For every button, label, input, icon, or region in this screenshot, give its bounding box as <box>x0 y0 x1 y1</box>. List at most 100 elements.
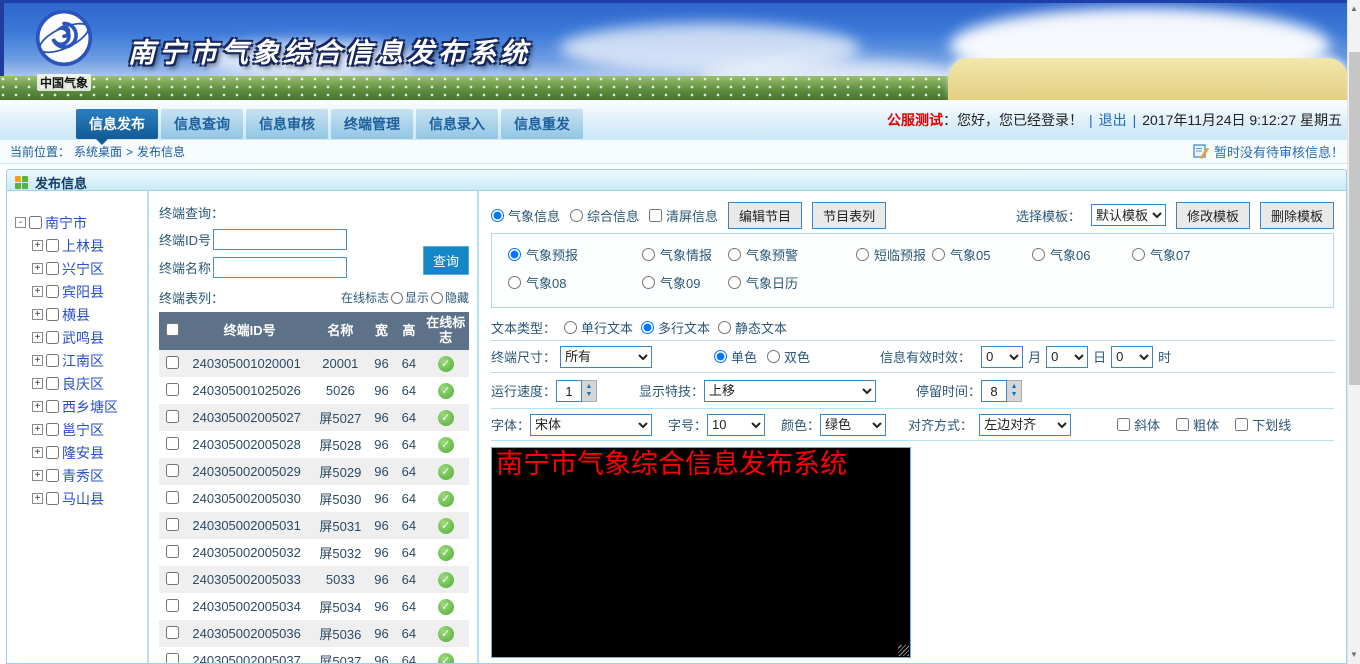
weather-info-radio[interactable] <box>491 209 504 222</box>
tree-checkbox[interactable] <box>46 308 59 321</box>
tree-item[interactable]: +横县 <box>32 303 145 326</box>
clear-screen-option[interactable]: 清屏信息 <box>649 206 718 225</box>
tree-item[interactable]: +良庆区 <box>32 372 145 395</box>
validity-select[interactable]: 0 <box>1046 346 1088 368</box>
tree-item[interactable]: +上林县 <box>32 234 145 257</box>
row-checkbox[interactable] <box>166 545 179 558</box>
category-radio[interactable] <box>642 248 655 261</box>
logout-link[interactable]: 退出 <box>1099 110 1127 130</box>
category-radio[interactable] <box>508 276 521 289</box>
tree-root-item[interactable]: - 南宁市 <box>15 211 145 234</box>
validity-select[interactable]: 0 <box>1111 346 1153 368</box>
category-option[interactable]: 气象08 <box>508 273 642 292</box>
spinner-arrows-icon[interactable]: ▲▼ <box>1007 380 1022 402</box>
category-radio[interactable] <box>1032 248 1045 261</box>
single-line-option[interactable]: 单行文本 <box>564 318 633 337</box>
scroll-down-icon[interactable]: ▼ <box>1348 650 1360 659</box>
multi-line-radio[interactable] <box>641 321 654 334</box>
expand-icon[interactable]: + <box>32 263 43 274</box>
query-button[interactable]: 查询 <box>423 246 469 275</box>
tree-root-checkbox[interactable] <box>29 216 42 229</box>
tree-item[interactable]: +邕宁区 <box>32 418 145 441</box>
row-checkbox[interactable] <box>166 410 179 423</box>
edit-program-button[interactable]: 编辑节目 <box>728 202 802 229</box>
nav-tab-5[interactable]: 信息录入 <box>416 109 498 139</box>
tree-item[interactable]: +青秀区 <box>32 464 145 487</box>
category-option[interactable]: 气象情报 <box>642 245 728 264</box>
tree-item[interactable]: +江南区 <box>32 349 145 372</box>
category-option[interactable]: 气象05 <box>932 245 1032 264</box>
font-size-select[interactable]: 10 <box>707 414 765 436</box>
category-radio[interactable] <box>728 276 741 289</box>
row-checkbox[interactable] <box>166 653 179 664</box>
tree-item[interactable]: +兴宁区 <box>32 257 145 280</box>
static-text-radio[interactable] <box>718 321 731 334</box>
row-checkbox[interactable] <box>166 491 179 504</box>
category-option[interactable]: 气象预警 <box>728 245 856 264</box>
collapse-icon[interactable]: - <box>15 217 26 228</box>
delete-template-button[interactable]: 删除模板 <box>1260 202 1334 229</box>
clear-screen-checkbox[interactable] <box>649 209 662 222</box>
row-checkbox[interactable] <box>166 437 179 450</box>
expand-icon[interactable]: + <box>32 401 43 412</box>
tree-item[interactable]: +武鸣县 <box>32 326 145 349</box>
general-info-option[interactable]: 综合信息 <box>570 206 639 225</box>
select-all-checkbox[interactable] <box>166 323 179 336</box>
tree-checkbox[interactable] <box>46 423 59 436</box>
tree-checkbox[interactable] <box>46 377 59 390</box>
tree-checkbox[interactable] <box>46 354 59 367</box>
row-checkbox[interactable] <box>166 599 179 612</box>
row-checkbox[interactable] <box>166 518 179 531</box>
text-style-checkbox[interactable] <box>1235 418 1248 431</box>
category-option[interactable]: 气象06 <box>1032 245 1132 264</box>
text-style-option[interactable]: 斜体 <box>1117 415 1160 434</box>
hide-online-radio[interactable] <box>431 292 443 304</box>
category-radio[interactable] <box>642 276 655 289</box>
tree-checkbox[interactable] <box>46 446 59 459</box>
tree-checkbox[interactable] <box>46 285 59 298</box>
tree-item[interactable]: +马山县 <box>32 487 145 510</box>
scrollbar-thumb[interactable] <box>1349 52 1360 385</box>
tree-checkbox[interactable] <box>46 400 59 413</box>
text-style-option[interactable]: 下划线 <box>1235 415 1291 434</box>
category-radio[interactable] <box>856 248 869 261</box>
row-checkbox[interactable] <box>166 356 179 369</box>
tree-checkbox[interactable] <box>46 469 59 482</box>
tree-item[interactable]: +宾阳县 <box>32 280 145 303</box>
font-select[interactable]: 宋体 <box>530 414 652 436</box>
category-option[interactable]: 气象09 <box>642 273 728 292</box>
weather-info-option[interactable]: 气象信息 <box>491 206 560 225</box>
category-radio[interactable] <box>728 248 741 261</box>
tree-item[interactable]: +西乡塘区 <box>32 395 145 418</box>
expand-icon[interactable]: + <box>32 493 43 504</box>
terminal-name-input[interactable] <box>213 257 347 278</box>
general-info-radio[interactable] <box>570 209 583 222</box>
run-speed-spinner[interactable]: 1 ▲▼ <box>556 380 597 402</box>
expand-icon[interactable]: + <box>32 447 43 458</box>
expand-icon[interactable]: + <box>32 470 43 481</box>
row-checkbox[interactable] <box>166 383 179 396</box>
tree-item[interactable]: +隆安县 <box>32 441 145 464</box>
expand-icon[interactable]: + <box>32 309 43 320</box>
tree-checkbox[interactable] <box>46 331 59 344</box>
tree-checkbox[interactable] <box>46 239 59 252</box>
category-option[interactable]: 气象07 <box>1132 245 1190 264</box>
nav-tab-6[interactable]: 信息重发 <box>501 109 583 139</box>
row-checkbox[interactable] <box>166 464 179 477</box>
effect-select[interactable]: 上移 <box>704 380 876 402</box>
nav-tab-3[interactable]: 信息审核 <box>246 109 328 139</box>
text-style-checkbox[interactable] <box>1117 418 1130 431</box>
align-select[interactable]: 左边对齐 <box>979 414 1071 436</box>
stay-time-spinner[interactable]: 8 ▲▼ <box>981 380 1022 402</box>
tree-checkbox[interactable] <box>46 492 59 505</box>
program-list-button[interactable]: 节目表列 <box>812 202 886 229</box>
category-option[interactable]: 短临预报 <box>856 245 932 264</box>
static-text-option[interactable]: 静态文本 <box>718 318 787 337</box>
tree-checkbox[interactable] <box>46 262 59 275</box>
category-radio[interactable] <box>932 248 945 261</box>
row-checkbox[interactable] <box>166 626 179 639</box>
expand-icon[interactable]: + <box>32 378 43 389</box>
multi-line-option[interactable]: 多行文本 <box>641 318 710 337</box>
expand-icon[interactable]: + <box>32 332 43 343</box>
show-online-radio[interactable] <box>391 292 403 304</box>
